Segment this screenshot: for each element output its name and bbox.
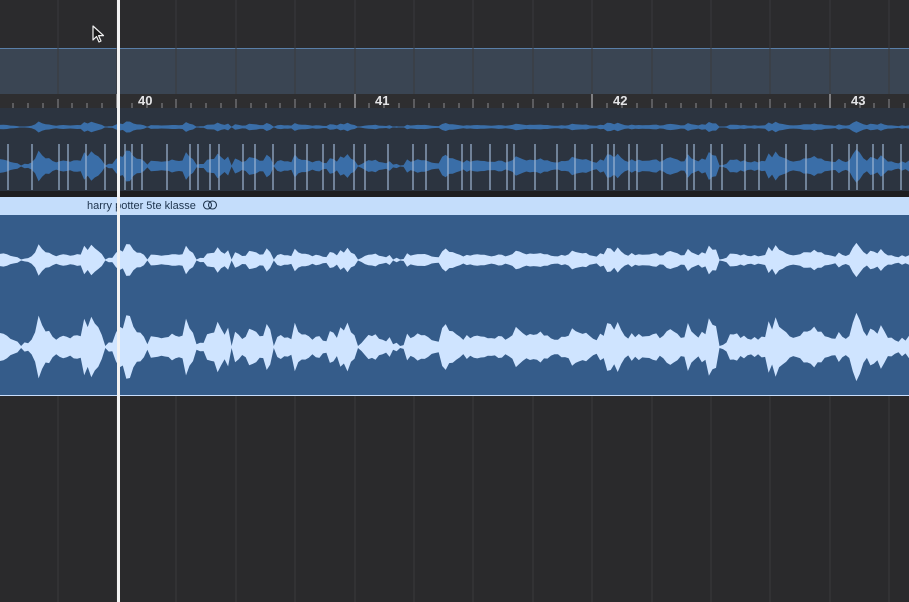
ruler-bar-label: 43 <box>851 93 866 108</box>
cycle-region[interactable] <box>0 48 909 94</box>
empty-track-area[interactable] <box>0 396 909 602</box>
playhead[interactable] <box>117 0 120 602</box>
empty-track-header-area <box>0 0 909 48</box>
region-waveform <box>0 242 909 382</box>
bar-ruler[interactable] <box>0 94 909 108</box>
ruler-bar-label: 42 <box>613 93 628 108</box>
track-overview-lane[interactable] <box>0 108 909 191</box>
overview-waveform <box>0 121 909 190</box>
region-header[interactable]: harry potter 5te klasse <box>0 197 909 215</box>
region-name: harry potter 5te klasse <box>87 200 196 212</box>
loop-rings-icon <box>202 200 217 210</box>
ruler-bar-label: 40 <box>138 93 153 108</box>
region-name-wrap: harry potter 5te klasse <box>87 199 218 213</box>
audio-region[interactable]: harry potter 5te klasse <box>0 197 909 396</box>
arrow-pointer-icon <box>92 25 105 43</box>
ruler-bar-label: 41 <box>375 93 390 108</box>
tracks-area[interactable]: 40 41 42 43 harry potter 5te klasse <box>0 0 909 602</box>
ruler-ticks <box>12 94 905 108</box>
